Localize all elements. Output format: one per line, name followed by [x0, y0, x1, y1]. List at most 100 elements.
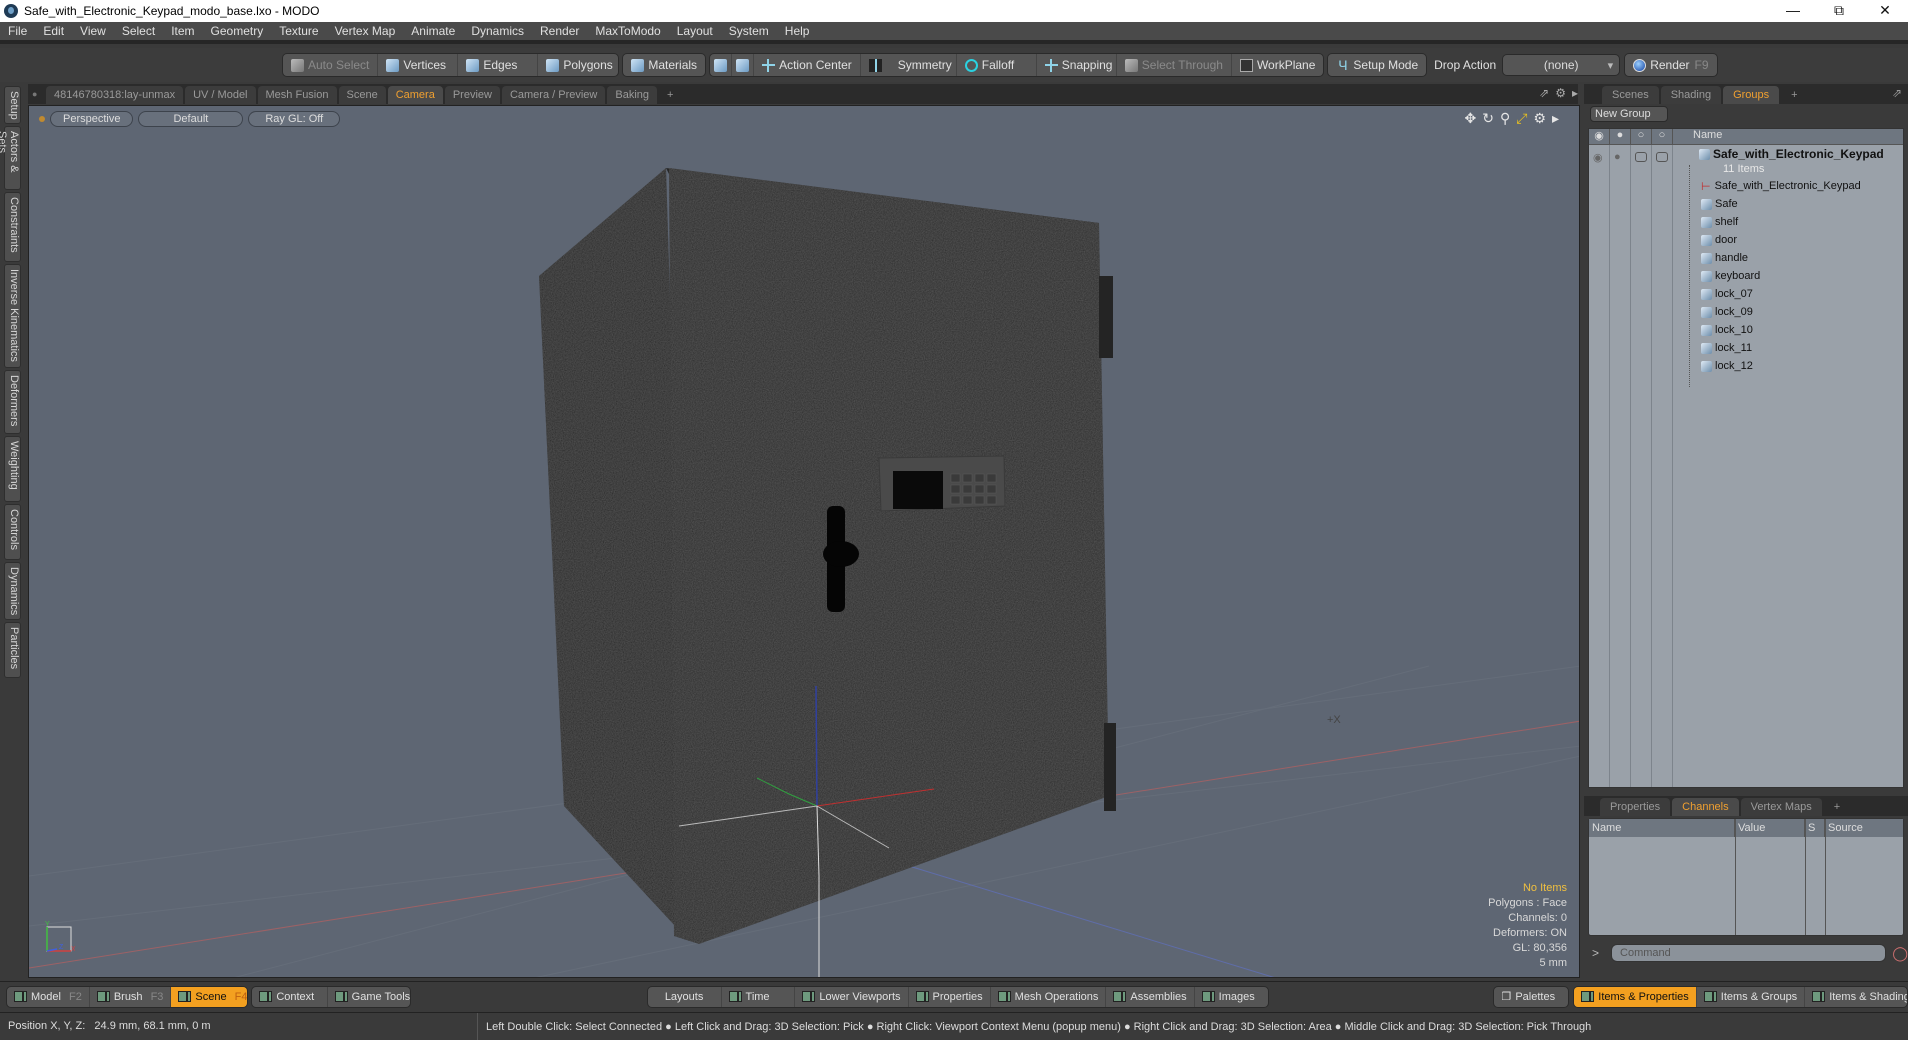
drop-action-select[interactable]: (none) [1502, 54, 1621, 76]
tree-item[interactable]: lock_12 [1701, 357, 1753, 375]
game-tools-button[interactable]: Game Tools [328, 987, 410, 1007]
tab-particles[interactable]: Particles [4, 622, 21, 678]
palettes-button[interactable]: ❐ Palettes [1494, 987, 1568, 1007]
menu-render[interactable]: Render [532, 24, 587, 38]
menu-item[interactable]: Item [163, 24, 202, 38]
auto-select-button[interactable]: Auto Select [283, 54, 379, 76]
tree-item[interactable]: Safe [1701, 195, 1738, 213]
add-channels-tab-button[interactable]: + [1824, 798, 1850, 816]
tab-preview[interactable]: Preview [444, 86, 500, 104]
tab-properties[interactable]: Properties [1600, 798, 1671, 816]
viewport-gear-icon[interactable]: ⚙ [1533, 110, 1546, 127]
tree-item[interactable]: lock_07 [1701, 285, 1753, 303]
brush-layout-button[interactable]: Brush F3 [90, 986, 172, 1007]
panel-maximize-icon[interactable]: ⇗ [1892, 86, 1902, 100]
tab-dynamics[interactable]: Dynamics [4, 562, 21, 620]
action-center-button[interactable]: Action Center [754, 54, 861, 76]
layouts-button[interactable]: Layouts [648, 986, 722, 1007]
new-group-button[interactable]: New Group [1590, 106, 1668, 122]
viewport-indicator-icon[interactable] [39, 116, 45, 122]
tab-mesh-fusion[interactable]: Mesh Fusion [257, 86, 337, 104]
assemblies-button[interactable]: Assemblies [1106, 986, 1195, 1007]
tab-vertex-maps[interactable]: Vertex Maps [1740, 798, 1822, 816]
context-button[interactable]: Context [252, 986, 328, 1007]
rotate-icon[interactable]: ↻ [1482, 110, 1494, 127]
pivot-mode-button[interactable] [732, 54, 755, 76]
menu-geometry[interactable]: Geometry [203, 24, 272, 38]
viewport-menu-icon[interactable]: ▸ [1552, 110, 1559, 127]
tab-actors-sets[interactable]: Actors & Sets [0, 126, 21, 190]
tab-camera-preview[interactable]: Camera / Preview [501, 86, 606, 104]
select-column-icon[interactable]: ○ [1652, 129, 1673, 144]
tree-item[interactable]: door [1701, 231, 1737, 249]
visibility-column-icon[interactable]: ◉ [1589, 129, 1610, 144]
shading-mode-button[interactable]: Default [138, 111, 244, 127]
menu-dynamics[interactable]: Dynamics [463, 24, 532, 38]
add-tab-button[interactable]: + [659, 86, 681, 104]
menu-edit[interactable]: Edit [35, 24, 72, 38]
tree-item[interactable]: lock_09 [1701, 303, 1753, 321]
menu-layout[interactable]: Layout [669, 24, 721, 38]
tab-scene[interactable]: Scene [338, 86, 386, 104]
view-mode-button[interactable]: Perspective [50, 111, 134, 127]
materials-button[interactable]: Materials [623, 54, 705, 76]
group-root-row[interactable]: Safe_with_Electronic_Keypad [1699, 145, 1884, 163]
menu-texture[interactable]: Texture [271, 24, 326, 38]
tree-item[interactable]: handle [1701, 249, 1748, 267]
menu-help[interactable]: Help [777, 24, 818, 38]
tab-camera[interactable]: Camera [387, 86, 443, 104]
tab-groups[interactable]: Groups [1723, 86, 1780, 104]
tab-inverse-kinematics[interactable]: Inverse Kinematics [4, 264, 21, 368]
tab-baking[interactable]: Baking [607, 86, 658, 104]
tree-item[interactable]: ⊢ Safe_with_Electronic_Keypad [1701, 177, 1861, 195]
render-button[interactable]: Render F9 [1625, 54, 1716, 76]
items-properties-button[interactable]: Items & Properties [1574, 986, 1697, 1007]
setup-mode-button[interactable]: Ч Setup Mode [1328, 54, 1426, 76]
arrow-right-icon[interactable]: ▸ [1572, 86, 1578, 100]
name-column-header[interactable]: Name [1673, 129, 1903, 144]
symmetry-button[interactable]: Symmetry [861, 54, 957, 76]
model-layout-button[interactable]: Model F2 [7, 986, 90, 1007]
tab-channels[interactable]: Channels [1672, 798, 1739, 816]
polygons-button[interactable]: Polygons [538, 54, 618, 76]
tree-item[interactable]: lock_10 [1701, 321, 1753, 339]
close-icon[interactable]: ✕ [1862, 0, 1908, 22]
edges-button[interactable]: Edges [458, 54, 539, 76]
tab-shading[interactable]: Shading [1660, 86, 1722, 104]
tab-lay-unmax[interactable]: 48146780318:lay-unmax [46, 86, 184, 104]
mesh-operations-button[interactable]: Mesh Operations [991, 986, 1107, 1007]
raygl-button[interactable]: Ray GL: Off [248, 111, 341, 127]
channel-source-header[interactable]: Source [1825, 819, 1903, 837]
tab-scenes[interactable]: Scenes [1602, 86, 1659, 104]
pan-icon[interactable]: ✥ [1464, 110, 1476, 127]
tab-setup[interactable]: Setup [4, 86, 21, 124]
record-icon[interactable]: ◯ [1892, 945, 1908, 962]
properties-button[interactable]: Properties [909, 986, 991, 1007]
channel-value-header[interactable]: Value [1735, 819, 1805, 837]
menu-file[interactable]: File [0, 24, 35, 38]
add-panel-tab-button[interactable]: + [1781, 86, 1807, 104]
command-input[interactable]: Command [1611, 944, 1887, 962]
render-column-icon[interactable]: ● [1610, 129, 1631, 144]
channel-name-header[interactable]: Name [1589, 819, 1735, 837]
lower-viewports-button[interactable]: Lower Viewports [795, 986, 909, 1007]
root-lock-toggle[interactable] [1635, 152, 1647, 162]
root-render-toggle[interactable]: ● [1614, 151, 1621, 163]
tab-weighting[interactable]: Weighting [4, 436, 21, 502]
gear-icon[interactable]: ⚙ [1555, 86, 1566, 100]
tab-uv-model[interactable]: UV / Model [185, 86, 256, 104]
snapping-button[interactable]: Snapping [1037, 54, 1117, 76]
menu-vertex-map[interactable]: Vertex Map [327, 24, 404, 38]
select-through-button[interactable]: Select Through [1117, 54, 1232, 76]
tab-deformers[interactable]: Deformers [4, 370, 21, 434]
root-select-toggle[interactable] [1656, 152, 1668, 162]
vertices-button[interactable]: Vertices [378, 54, 459, 76]
menu-system[interactable]: System [721, 24, 777, 38]
menu-maxtomodo[interactable]: MaxToModo [587, 24, 668, 38]
menu-select[interactable]: Select [114, 24, 163, 38]
3d-viewport[interactable]: +X Perspective Default Ray GL: Off ✥ ↻ ⚲… [28, 105, 1580, 978]
zoom-icon[interactable]: ⚲ [1500, 110, 1510, 127]
lock-column-icon[interactable]: ○ [1631, 129, 1652, 144]
minimize-icon[interactable]: — [1770, 0, 1816, 22]
time-button[interactable]: Time [722, 986, 796, 1007]
